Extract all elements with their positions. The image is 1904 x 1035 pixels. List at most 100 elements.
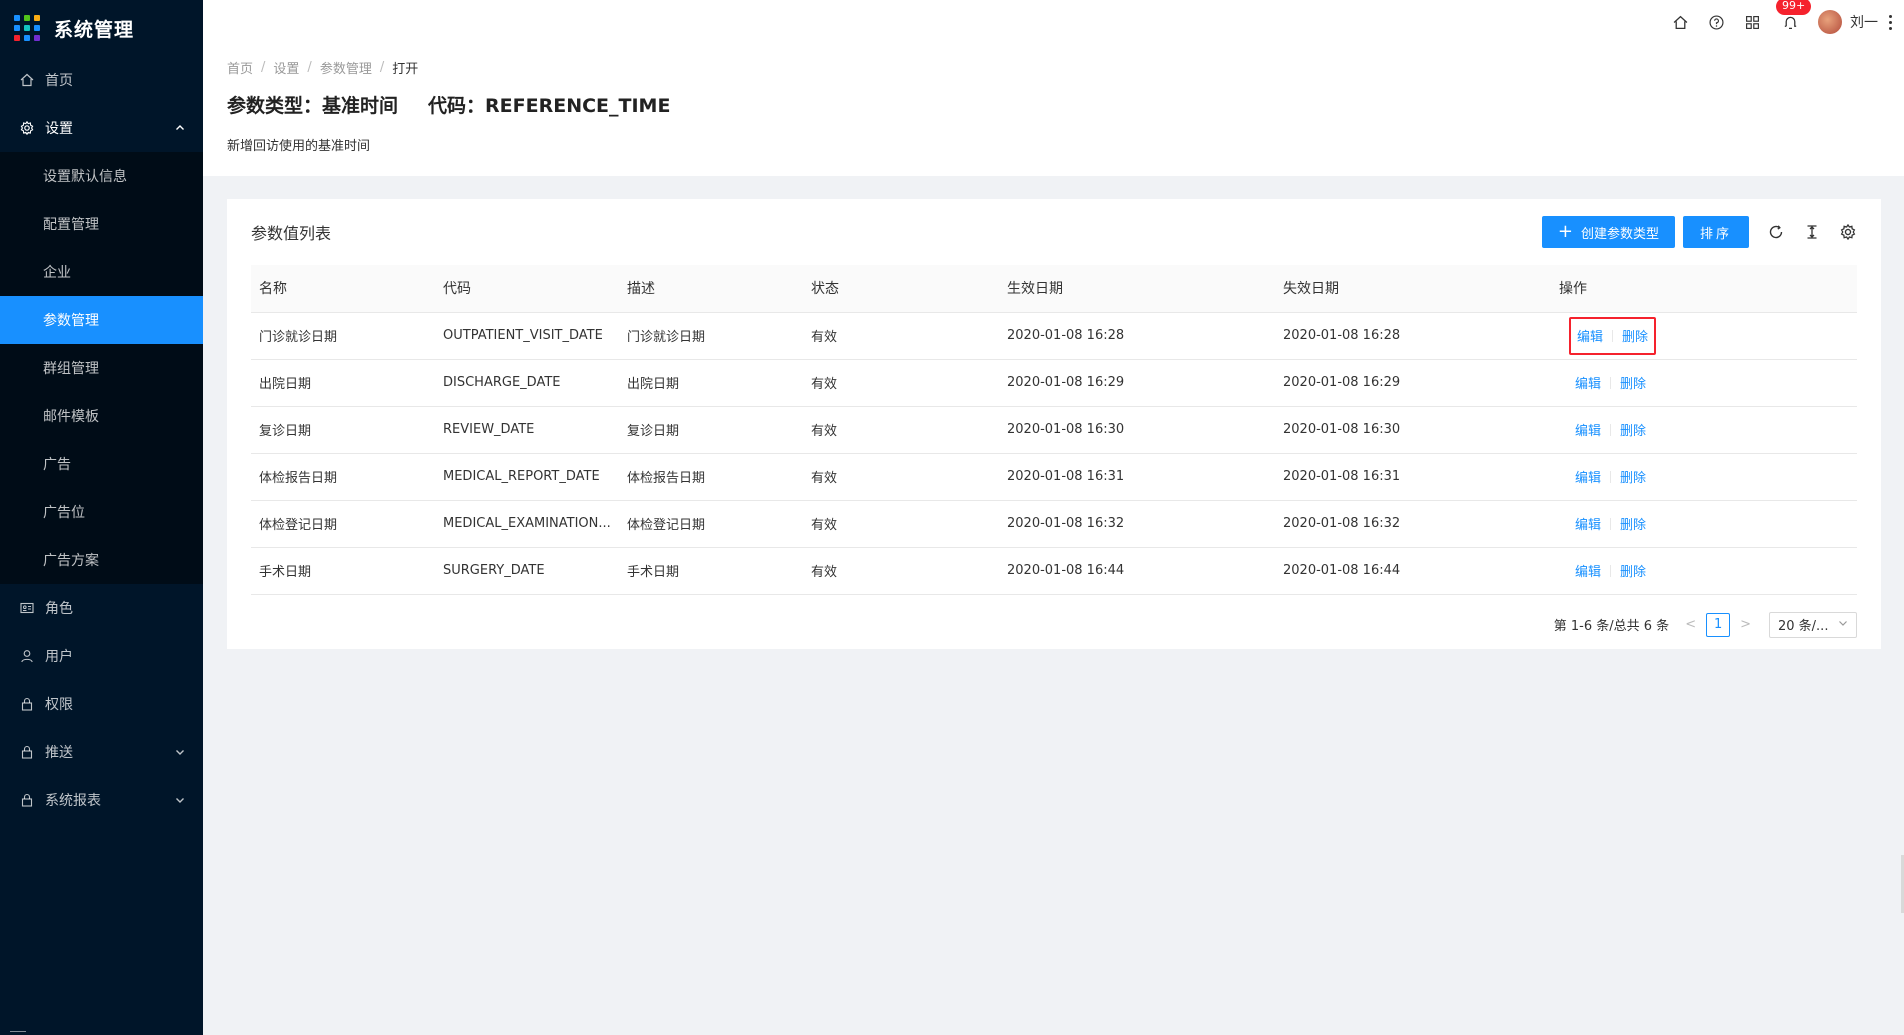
- edit-link[interactable]: 编辑: [1575, 561, 1601, 580]
- sidebar-item-ads[interactable]: 广告: [0, 440, 203, 488]
- create-param-type-button[interactable]: + 创建参数类型: [1541, 216, 1675, 248]
- top-header: 99+ 刘一: [203, 0, 1904, 44]
- edit-link[interactable]: 编辑: [1577, 326, 1603, 345]
- prev-page-icon[interactable]: <: [1685, 617, 1696, 632]
- sidebar-item-push[interactable]: 推送: [0, 728, 203, 776]
- delete-link[interactable]: 删除: [1620, 373, 1646, 392]
- table-row: 体检报告日期 MEDICAL_REPORT_DATE 体检报告日期 有效 202…: [251, 453, 1857, 501]
- delete-link[interactable]: 删除: [1620, 561, 1646, 580]
- apps-icon[interactable]: [1744, 14, 1760, 30]
- sidebar-item-label: 用户: [45, 649, 73, 665]
- cell-end-date: 2020-01-08 16:31: [1275, 453, 1551, 501]
- cell-code: OUTPATIENT_VISIT_DATE: [435, 312, 619, 360]
- cell-desc: 复诊日期: [619, 406, 803, 454]
- cell-status: 有效: [803, 547, 999, 595]
- sidebar-item-settings[interactable]: 设置: [0, 104, 203, 152]
- sidebar-item-roles[interactable]: 角色: [0, 584, 203, 632]
- more-vertical-icon[interactable]: [1888, 14, 1892, 30]
- sidebar-item-label: 推送: [45, 745, 73, 761]
- breadcrumb-settings[interactable]: 设置: [273, 58, 299, 77]
- sidebar-item-label: 首页: [45, 73, 73, 89]
- cell-end-date: 2020-01-08 16:32: [1275, 500, 1551, 548]
- cell-code: MEDICAL_REPORT_DATE: [435, 453, 619, 501]
- sidebar-item-mail-templates[interactable]: 邮件模板: [0, 392, 203, 440]
- help-icon[interactable]: [1708, 14, 1724, 30]
- lock-icon: [19, 696, 35, 712]
- column-header-desc[interactable]: 描述: [619, 265, 803, 313]
- delete-link[interactable]: 删除: [1620, 514, 1646, 533]
- toolbar: + 创建参数类型 排序: [1541, 216, 1857, 248]
- cell-start-date: 2020-01-08 16:32: [999, 500, 1275, 548]
- edit-link[interactable]: 编辑: [1575, 420, 1601, 439]
- chevron-down-icon: [175, 745, 185, 761]
- edit-link[interactable]: 编辑: [1575, 514, 1601, 533]
- sidebar-item-ad-slots[interactable]: 广告位: [0, 488, 203, 536]
- actions-highlight-box: 编辑 删除: [1569, 316, 1657, 355]
- page-number-current[interactable]: 1: [1706, 612, 1731, 637]
- notification-bell-icon[interactable]: 99+: [1776, 0, 1812, 30]
- logo-dot: [24, 15, 30, 21]
- sidebar-item-home[interactable]: 首页: [0, 56, 203, 104]
- cell-start-date: 2020-01-08 16:30: [999, 406, 1275, 454]
- sidebar-item-users[interactable]: 用户: [0, 632, 203, 680]
- column-header-code[interactable]: 代码: [435, 265, 619, 313]
- sidebar-item-config[interactable]: 配置管理: [0, 200, 203, 248]
- next-page-icon[interactable]: >: [1740, 617, 1751, 632]
- logo-dot: [14, 25, 20, 31]
- delete-link[interactable]: 删除: [1620, 467, 1646, 486]
- logo-dot: [14, 35, 20, 41]
- page-description: 新增回访使用的基准时间: [227, 139, 371, 154]
- cell-actions: 编辑 删除: [1551, 547, 1857, 595]
- sidebar-item-default-info[interactable]: 设置默认信息: [0, 152, 203, 200]
- column-header-name[interactable]: 名称: [251, 265, 435, 313]
- reload-icon[interactable]: [1767, 223, 1785, 241]
- logo-dot: [34, 35, 40, 41]
- sidebar-item-ad-plans[interactable]: 广告方案: [0, 536, 203, 584]
- breadcrumb-params[interactable]: 参数管理: [320, 58, 372, 77]
- sidebar-item-reports[interactable]: 系统报表: [0, 776, 203, 824]
- sidebar-menu: 首页 设置 设置默认信息 配置管理 企业 参数管理 群组管理 邮件模板 广告 广…: [0, 56, 203, 824]
- collapse-menu-icon[interactable]: [10, 1031, 26, 1035]
- page-size-select[interactable]: 20 条/...: [1769, 611, 1857, 638]
- cell-end-date: 2020-01-08 16:30: [1275, 406, 1551, 454]
- id-card-icon: [19, 600, 35, 616]
- cell-start-date: 2020-01-08 16:31: [999, 453, 1275, 501]
- username[interactable]: 刘一: [1850, 12, 1878, 32]
- sidebar-item-params[interactable]: 参数管理: [0, 296, 203, 344]
- actions-group: 编辑 删除: [1569, 364, 1652, 402]
- sidebar-item-label: 系统报表: [45, 793, 101, 809]
- sidebar-item-label: 设置: [45, 121, 73, 137]
- sidebar-item-groups[interactable]: 群组管理: [0, 344, 203, 392]
- actions-group: 编辑 删除: [1569, 505, 1652, 543]
- breadcrumb-separator: /: [379, 60, 385, 75]
- cell-actions: 编辑 删除: [1551, 500, 1857, 548]
- action-divider: [1612, 329, 1614, 342]
- sidebar-item-permissions[interactable]: 权限: [0, 680, 203, 728]
- app-logo[interactable]: 系统管理: [0, 0, 203, 56]
- cell-actions: 编辑 删除: [1551, 312, 1857, 360]
- avatar[interactable]: [1818, 10, 1842, 34]
- column-header-start-date[interactable]: 生效日期: [999, 265, 1275, 313]
- breadcrumb-home[interactable]: 首页: [227, 58, 253, 77]
- sidebar-item-label: 权限: [45, 697, 73, 713]
- settings-submenu: 设置默认信息 配置管理 企业 参数管理 群组管理 邮件模板 广告 广告位 广告方…: [0, 152, 203, 584]
- home-icon[interactable]: [1672, 14, 1688, 30]
- edit-link[interactable]: 编辑: [1575, 373, 1601, 392]
- delete-link[interactable]: 删除: [1620, 420, 1646, 439]
- action-divider: [1610, 517, 1612, 530]
- cell-code: DISCHARGE_DATE: [435, 359, 619, 407]
- sort-button[interactable]: 排序: [1682, 216, 1749, 248]
- edit-link[interactable]: 编辑: [1575, 467, 1601, 486]
- column-header-end-date[interactable]: 失效日期: [1275, 265, 1551, 313]
- settings-gear-icon[interactable]: [1839, 223, 1857, 241]
- logo-dot: [34, 15, 40, 21]
- cell-end-date: 2020-01-08 16:28: [1275, 312, 1551, 360]
- logo-dot: [14, 15, 20, 21]
- delete-link[interactable]: 删除: [1622, 326, 1648, 345]
- param-values-table: 名称 代码 描述 状态 生效日期 失效日期 操作 门诊就诊日期 OUTPATIE…: [251, 265, 1857, 595]
- chevron-down-icon: [175, 793, 185, 809]
- column-height-icon[interactable]: [1803, 223, 1821, 241]
- breadcrumb-separator: /: [261, 60, 266, 75]
- column-header-status[interactable]: 状态: [803, 265, 999, 313]
- sidebar-item-enterprise[interactable]: 企业: [0, 248, 203, 296]
